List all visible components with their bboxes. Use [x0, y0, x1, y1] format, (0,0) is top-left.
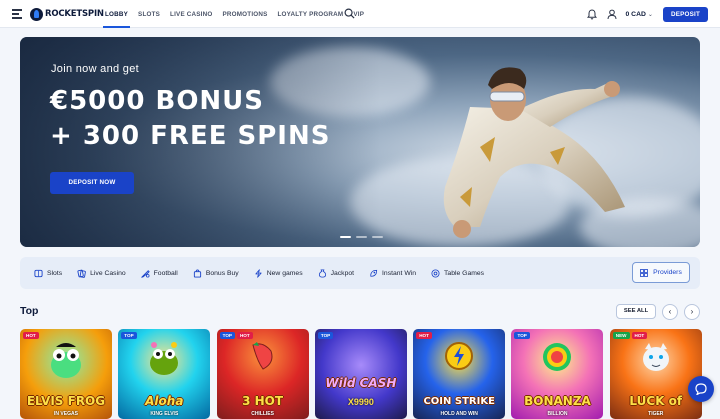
nav-lobby[interactable]: LOBBY — [100, 0, 133, 28]
game-art-frog — [51, 343, 81, 378]
category-table-games[interactable]: Table Games — [431, 268, 485, 278]
game-title: Aloha — [145, 394, 184, 408]
game-title: LUCK of — [629, 394, 683, 408]
game-card-luck-of-tiger[interactable]: NEW HOT LUCK of TIGER — [609, 329, 702, 419]
balance-display[interactable]: 0 CAD — [626, 11, 646, 18]
game-title: COIN STRIKE — [423, 396, 495, 407]
top-badge: TOP — [317, 332, 334, 339]
top-games-carousel: HOT ELVIS FROG IN VEGAS TOP Aloha KING E… — [20, 329, 708, 419]
category-jackpot[interactable]: Jackpot — [318, 268, 355, 278]
category-label: Bonus Buy — [205, 269, 239, 277]
game-subtitle: BILLION — [547, 411, 568, 417]
hero-headline-line1: €5000 BONUS — [50, 86, 265, 116]
top-badge: TOP — [121, 332, 137, 339]
chat-support-button[interactable] — [688, 376, 714, 402]
new-badge: NEW — [612, 332, 630, 339]
hero-subtitle: Join now and get — [51, 63, 139, 75]
carousel-dot[interactable] — [356, 236, 367, 238]
category-instant-win[interactable]: Instant Win — [369, 269, 416, 278]
game-subtitle: KING ELVIS — [150, 411, 179, 417]
football-icon — [140, 269, 150, 278]
top-badge: TOP — [514, 332, 530, 339]
rocket-icon — [30, 7, 43, 21]
see-all-button[interactable]: SEE ALL — [616, 304, 656, 319]
top-header: ROCKETSPIN LOBBY SLOTS LIVE CASINO PROMO… — [0, 0, 720, 28]
game-art-chilli — [252, 342, 273, 370]
carousel-dot[interactable] — [372, 236, 383, 238]
category-label: New games — [266, 269, 303, 277]
hot-badge: HOT — [416, 332, 432, 339]
game-art-coin — [445, 342, 474, 370]
nav-live-casino[interactable]: LIVE CASINO — [165, 0, 217, 28]
hot-badge: HOT — [236, 332, 253, 339]
deposit-now-button[interactable]: DEPOSIT NOW — [50, 172, 134, 194]
chevron-down-icon[interactable]: ⌄ — [648, 11, 653, 18]
category-label: Instant Win — [382, 269, 417, 277]
game-art-fruit — [543, 343, 572, 371]
prev-arrow-button[interactable]: ‹ — [662, 304, 678, 320]
category-label: Table Games — [444, 269, 485, 277]
section-title-top: Top — [20, 305, 39, 317]
search-icon[interactable] — [344, 8, 355, 19]
deposit-button[interactable]: DEPOSIT — [662, 6, 708, 22]
game-card-coin-strike[interactable]: HOT COIN STRIKE HOLD AND WIN — [413, 329, 506, 419]
slots-icon — [34, 269, 43, 277]
game-card-elvis-frog[interactable]: HOT ELVIS FROG IN VEGAS — [20, 329, 112, 419]
user-icon[interactable] — [606, 8, 618, 20]
category-label: Live Casino — [90, 269, 126, 277]
game-title: BONANZA — [524, 394, 591, 408]
nav-loyalty-program[interactable]: LOYALTY PROGRAM — [273, 0, 349, 28]
jackpot-icon — [318, 268, 326, 278]
game-title: ELVIS FROG — [26, 394, 106, 408]
game-subtitle: HOLD AND WIN — [440, 411, 478, 417]
category-label: Football — [153, 269, 178, 277]
hot-badge: HOT — [631, 332, 648, 339]
category-bar: Slots Live Casino Football Bonus Buy New… — [20, 257, 700, 289]
category-bonus-buy[interactable]: Bonus Buy — [193, 268, 239, 278]
game-subtitle: IN VEGAS — [54, 411, 78, 417]
nav-slots[interactable]: SLOTS — [133, 0, 165, 28]
bonus-buy-icon — [193, 268, 201, 278]
chat-icon — [695, 383, 707, 395]
category-slots[interactable]: Slots — [34, 269, 62, 278]
main-nav: LOBBY SLOTS LIVE CASINO PROMOTIONS LOYAL… — [100, 0, 369, 28]
category-live-casino[interactable]: Live Casino — [77, 269, 126, 278]
nav-promotions[interactable]: PROMOTIONS — [217, 0, 272, 28]
game-card-aloha-king-elvis[interactable]: TOP Aloha KING ELVIS — [118, 329, 211, 419]
game-subtitle: CHILLIES — [251, 411, 274, 417]
header-actions: 0 CAD ⌄ DEPOSIT — [586, 6, 708, 22]
game-title: 3 HOT — [242, 394, 284, 408]
hero-figure-image — [443, 67, 625, 238]
menu-icon[interactable] — [12, 9, 22, 19]
game-subtitle: X9990 — [347, 397, 374, 407]
game-title: Wild CASH — [325, 376, 397, 390]
top-badge: TOP — [219, 332, 235, 339]
game-subtitle: TIGER — [648, 411, 664, 417]
table-games-icon — [431, 268, 440, 278]
new-games-icon — [255, 268, 262, 278]
live-casino-icon — [77, 269, 86, 278]
category-football[interactable]: Football — [140, 269, 178, 278]
grid-icon — [640, 268, 649, 277]
providers-button[interactable]: Providers — [632, 262, 690, 283]
game-art-frog — [150, 342, 179, 375]
game-art-tiger — [642, 343, 669, 371]
category-new-games[interactable]: New games — [254, 268, 303, 278]
logo[interactable]: ROCKETSPIN — [30, 6, 104, 22]
game-card-3-hot-chillies[interactable]: TOP HOT 3 HOT CHILLIES — [216, 329, 309, 419]
hot-badge: HOT — [23, 332, 39, 339]
hero-headline-line2: + 300 FREE SPINS — [50, 121, 331, 151]
providers-label: Providers — [653, 269, 682, 276]
logo-text: ROCKETSPIN — [45, 9, 104, 19]
next-arrow-button[interactable]: › — [684, 304, 700, 320]
hero-banner[interactable]: Join now and get €5000 BONUS + 300 FREE … — [20, 37, 700, 247]
category-label: Slots — [47, 269, 63, 277]
bell-icon[interactable] — [586, 8, 598, 20]
game-card-wild-cash[interactable]: TOP Wild CASH X9990 — [314, 329, 407, 419]
category-label: Jackpot — [330, 269, 355, 277]
carousel-indicators — [340, 236, 388, 238]
instant-win-icon — [370, 269, 378, 277]
carousel-dot[interactable] — [340, 236, 351, 238]
game-card-bonanza-billion[interactable]: TOP BONANZA BILLION — [511, 329, 604, 419]
